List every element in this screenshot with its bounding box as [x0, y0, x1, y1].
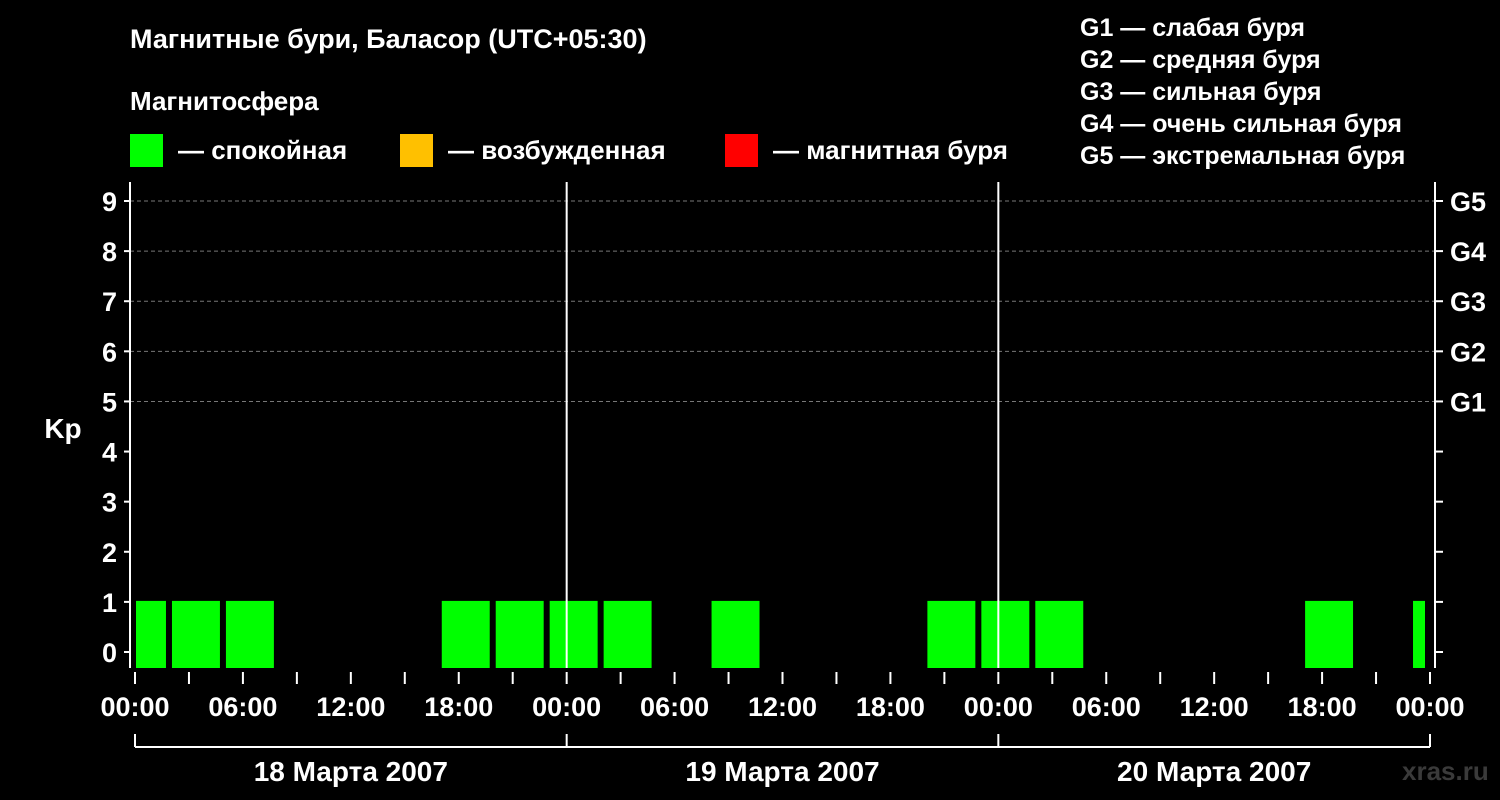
x-tick-label: 00:00: [1395, 692, 1464, 722]
y-tick-label: 7: [102, 287, 117, 317]
y-tick-label: 3: [102, 488, 117, 518]
y-tick-label: 6: [102, 337, 117, 367]
day-label: 20 Марта 2007: [1117, 756, 1311, 787]
kp-bar: [981, 600, 1030, 668]
g-level-label: G1: [1450, 387, 1486, 417]
g-level-label: G3: [1450, 287, 1486, 317]
kp-bar: [549, 600, 598, 668]
g-level-label: G4: [1450, 237, 1486, 267]
kp-bar: [927, 600, 976, 668]
y-tick-label: 8: [102, 237, 117, 267]
y-tick-label: 2: [102, 538, 117, 568]
kp-bar: [603, 600, 652, 668]
kp-bar: [136, 600, 166, 668]
kp-bar: [711, 600, 760, 668]
x-tick-label: 12:00: [748, 692, 817, 722]
x-tick-label: 06:00: [1072, 692, 1141, 722]
x-tick-label: 00:00: [964, 692, 1033, 722]
kp-bar: [441, 600, 490, 668]
kp-bar: [225, 600, 274, 668]
y-tick-label: 1: [102, 588, 117, 618]
kp-bar: [171, 600, 220, 668]
x-tick-label: 00:00: [100, 692, 169, 722]
day-label: 19 Марта 2007: [685, 756, 879, 787]
y-tick-label: 4: [102, 438, 117, 468]
x-tick-label: 06:00: [208, 692, 277, 722]
g-level-label: G2: [1450, 337, 1486, 367]
x-tick-label: 12:00: [316, 692, 385, 722]
x-tick-label: 18:00: [1288, 692, 1357, 722]
y-axis-label: Kp: [44, 413, 81, 444]
x-tick-label: 18:00: [424, 692, 493, 722]
kp-bar: [1035, 600, 1084, 668]
site-credit: xras.ru: [1402, 756, 1489, 786]
g-level-label: G5: [1450, 187, 1486, 217]
y-tick-label: 5: [102, 387, 117, 417]
kp-chart: Kp 0 1 2 3 4 5 6 7 8 9 G1 G2 G3 G4 G5 00:00 06:00 12:00 18…: [44, 182, 1486, 787]
x-tick-label: 00:00: [532, 692, 601, 722]
day-label: 18 Марта 2007: [254, 756, 448, 787]
x-tick-label: 12:00: [1180, 692, 1249, 722]
kp-bar: [1413, 600, 1425, 668]
x-tick-label: 06:00: [640, 692, 709, 722]
y-tick-label: 0: [102, 638, 117, 668]
x-tick-label: 18:00: [856, 692, 925, 722]
kp-bar: [495, 600, 544, 668]
kp-bar: [1305, 600, 1354, 668]
y-tick-label: 9: [102, 187, 117, 217]
